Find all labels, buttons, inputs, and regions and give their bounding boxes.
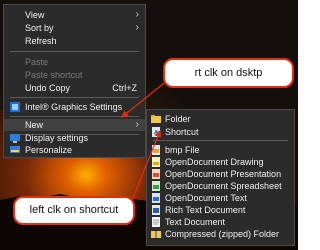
submenu-item-opendocument-drawing[interactable]: OpenDocument Drawing: [147, 156, 294, 168]
menu-item-label: Undo Copy: [25, 83, 71, 93]
desktop-context-menu: View › Sort by › Refresh Paste Paste sho…: [3, 4, 146, 158]
rtf-icon: [152, 205, 160, 215]
menu-item-label: Paste: [25, 57, 49, 67]
intel-graphics-icon: [10, 102, 20, 112]
menu-separator: [10, 51, 139, 52]
submenu-item-compressed-folder[interactable]: Compressed (zipped) Folder: [147, 228, 294, 240]
chevron-right-icon: ›: [135, 22, 139, 33]
menu-separator: [10, 116, 139, 117]
menu-item-new[interactable]: New ›: [4, 119, 145, 131]
submenu-item-folder[interactable]: Folder: [147, 113, 294, 125]
zip-folder-icon: [151, 231, 161, 238]
menu-item-label: Display settings: [25, 133, 89, 143]
menu-item-label: Intel® Graphics Settings: [25, 102, 123, 112]
menu-item-label: Paste shortcut: [25, 70, 83, 80]
menu-item-label: Folder: [165, 114, 191, 124]
menu-separator: [10, 97, 139, 98]
menu-item-paste: Paste: [4, 56, 145, 68]
menu-item-personalize[interactable]: Personalize: [4, 144, 145, 156]
chevron-right-icon: ›: [135, 9, 139, 20]
personalize-icon: [10, 146, 20, 153]
submenu-item-opendocument-spreadsheet[interactable]: OpenDocument Spreadsheet: [147, 180, 294, 192]
menu-item-view[interactable]: View ›: [4, 9, 145, 21]
chevron-right-icon: ›: [135, 119, 139, 130]
menu-item-undo-copy[interactable]: Undo Copy Ctrl+Z: [4, 82, 145, 94]
menu-item-label: OpenDocument Spreadsheet: [165, 181, 282, 191]
submenu-item-shortcut[interactable]: Shortcut: [147, 126, 294, 138]
folder-icon: [151, 115, 161, 123]
callout-left-click: left clk on shortcut: [13, 196, 135, 225]
callout-right-click: rt clk on dsktp: [163, 58, 294, 88]
menu-item-label: Compressed (zipped) Folder: [165, 229, 280, 239]
menu-item-display-settings[interactable]: Display settings: [4, 132, 145, 144]
menu-item-label: OpenDocument Drawing: [165, 157, 264, 167]
shortcut-icon: [152, 127, 160, 137]
submenu-item-rich-text-document[interactable]: Rich Text Document: [147, 204, 294, 216]
menu-item-label: OpenDocument Presentation: [165, 169, 282, 179]
menu-item-paste-shortcut: Paste shortcut: [4, 69, 145, 81]
menu-item-intel-graphics[interactable]: Intel® Graphics Settings: [4, 101, 145, 113]
menu-item-label: View: [25, 10, 45, 20]
display-settings-icon: [10, 134, 20, 143]
txt-icon: [152, 217, 160, 227]
odp-icon: [152, 169, 160, 179]
bmp-file-icon: [152, 145, 160, 155]
menu-item-label: Text Document: [165, 217, 226, 227]
menu-item-sort-by[interactable]: Sort by ›: [4, 22, 145, 34]
submenu-item-bmp-file[interactable]: bmp File: [147, 144, 294, 156]
menu-item-label: Refresh: [25, 36, 57, 46]
menu-item-refresh[interactable]: Refresh: [4, 35, 145, 47]
menu-item-label: OpenDocument Text: [165, 193, 247, 203]
ods-icon: [152, 181, 160, 191]
submenu-item-opendocument-text[interactable]: OpenDocument Text: [147, 192, 294, 204]
shortcut-label: Ctrl+Z: [112, 83, 137, 93]
menu-item-label: bmp File: [165, 145, 200, 155]
new-submenu: Folder Shortcut bmp File OpenDocument Dr…: [146, 109, 295, 246]
menu-item-label: Personalize: [25, 145, 73, 155]
menu-separator: [153, 140, 288, 141]
odt-icon: [152, 193, 160, 203]
odg-icon: [152, 157, 160, 167]
submenu-item-opendocument-presentation[interactable]: OpenDocument Presentation: [147, 168, 294, 180]
menu-item-label: New: [25, 120, 44, 130]
menu-item-label: Rich Text Document: [165, 205, 246, 215]
menu-item-label: Shortcut: [165, 127, 199, 137]
menu-item-label: Sort by: [25, 23, 54, 33]
submenu-item-text-document[interactable]: Text Document: [147, 216, 294, 228]
